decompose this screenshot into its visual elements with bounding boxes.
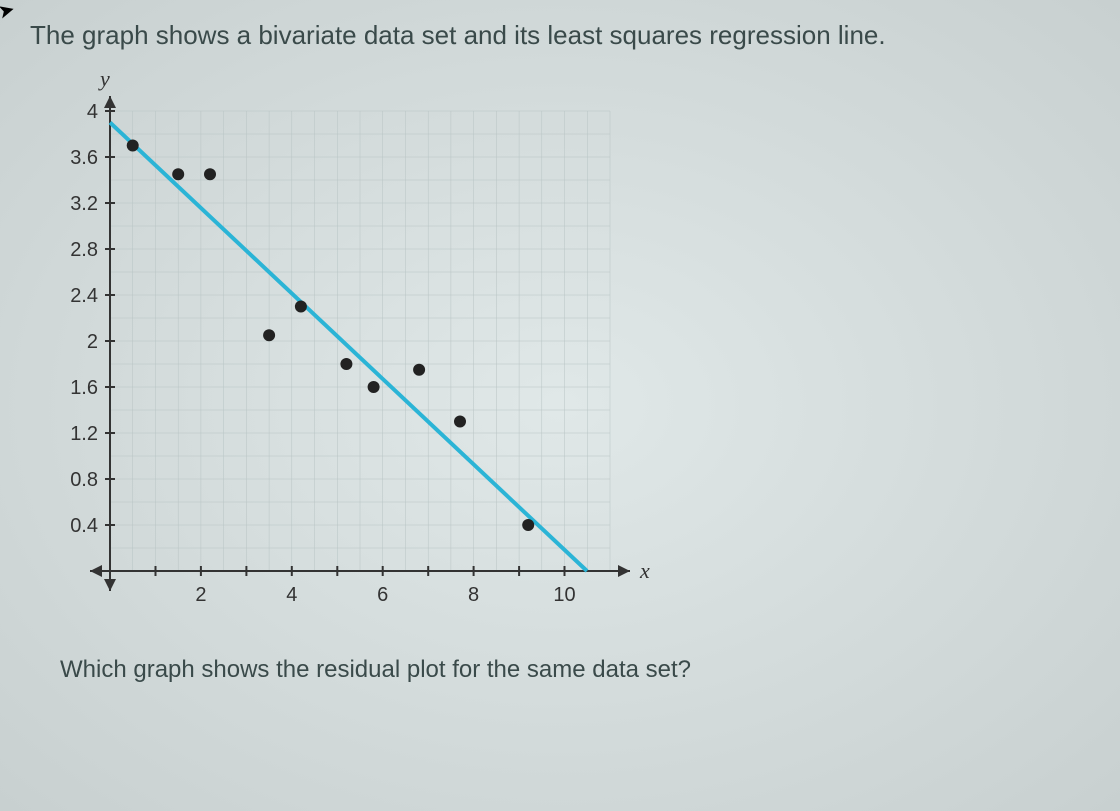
x-axis-arrow-icon [618, 565, 630, 577]
svg-text:3.6: 3.6 [70, 147, 98, 169]
y-axis-arrow-icon [104, 96, 116, 108]
chart-svg: 2 4 6 8 10 0.4 0.8 [30, 71, 670, 631]
x-tick-labels: 2 4 6 8 10 [195, 584, 575, 606]
svg-text:4: 4 [286, 584, 297, 606]
y-tick-labels: 0.4 0.8 1.2 1.6 2 2.4 2.8 3.2 3.6 4 [70, 101, 98, 537]
svg-text:0.4: 0.4 [70, 515, 98, 537]
svg-text:4: 4 [87, 101, 98, 123]
svg-text:2.8: 2.8 [70, 239, 98, 261]
x-axis-label: x [639, 558, 650, 583]
svg-text:2: 2 [87, 331, 98, 353]
svg-text:1.2: 1.2 [70, 423, 98, 445]
svg-text:6: 6 [377, 584, 388, 606]
page-title: The graph shows a bivariate data set and… [30, 20, 1090, 51]
svg-text:2.4: 2.4 [70, 285, 98, 307]
svg-text:2: 2 [195, 584, 206, 606]
scatter-chart: 2 4 6 8 10 0.4 0.8 [30, 71, 670, 631]
svg-text:1.6: 1.6 [70, 377, 98, 399]
svg-text:8: 8 [468, 584, 479, 606]
y-axis-label: y [98, 71, 110, 91]
regression-line [110, 123, 587, 572]
svg-text:0.8: 0.8 [70, 469, 98, 491]
question-text: Which graph shows the residual plot for … [60, 656, 1090, 684]
cursor-icon: ➤ [0, 0, 18, 25]
svg-text:10: 10 [553, 584, 575, 606]
svg-text:3.2: 3.2 [70, 193, 98, 215]
